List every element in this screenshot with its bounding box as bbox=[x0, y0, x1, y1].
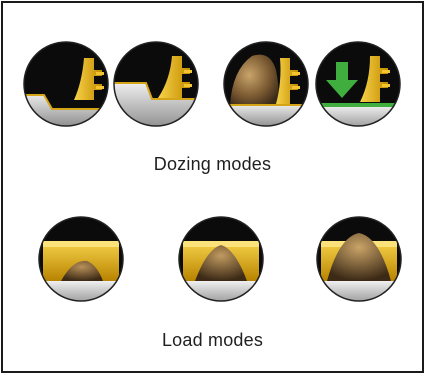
load-mode-medium-button[interactable] bbox=[177, 215, 265, 303]
dozing-modes-caption: Dozing modes bbox=[153, 154, 272, 174]
load-mode-low-button[interactable] bbox=[37, 215, 125, 303]
bucket-load-high-icon bbox=[316, 216, 402, 302]
dozing-mode-push-down-button[interactable] bbox=[314, 40, 402, 128]
dozer-blade-push-down-arrow-icon bbox=[315, 41, 401, 127]
load-mode-high-button[interactable] bbox=[315, 215, 403, 303]
dozing-mode-level-button[interactable] bbox=[112, 40, 200, 128]
load-modes-caption: Load modes bbox=[161, 330, 264, 350]
dozer-blade-rock-pile-icon bbox=[223, 41, 309, 127]
dozer-blade-dig-step-icon bbox=[23, 41, 109, 127]
bucket-load-medium-icon bbox=[178, 216, 264, 302]
bucket-load-low-icon bbox=[38, 216, 124, 302]
dozer-blade-flat-step-icon bbox=[113, 41, 199, 127]
dozing-mode-rock-button[interactable] bbox=[222, 40, 310, 128]
mode-panel: Dozing modes Load modes bbox=[1, 1, 424, 373]
dozing-mode-dig-button[interactable] bbox=[22, 40, 110, 128]
